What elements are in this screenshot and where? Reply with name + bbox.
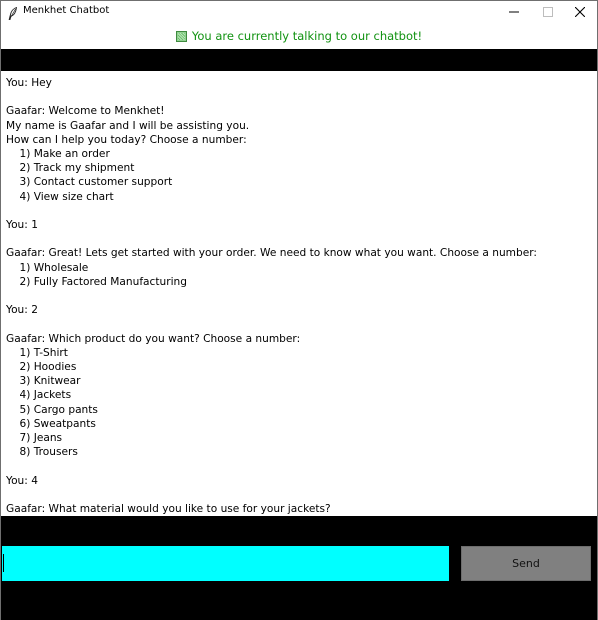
status-bar: You are currently talking to our chatbot… xyxy=(1,23,597,49)
minimize-button[interactable] xyxy=(497,1,531,23)
send-button[interactable]: Send xyxy=(461,546,591,581)
input-panel: Send xyxy=(1,516,597,620)
minimize-icon xyxy=(509,11,519,13)
message-input[interactable] xyxy=(2,546,449,581)
window-title: Menkhet Chatbot xyxy=(23,5,110,16)
status-indicator-icon xyxy=(175,30,187,42)
feather-icon xyxy=(8,5,18,21)
text-caret xyxy=(3,554,4,572)
close-button[interactable] xyxy=(563,1,597,23)
chatbot-window: Menkhet Chatbot You are currently talkin… xyxy=(0,0,598,620)
close-icon xyxy=(575,7,585,17)
chat-transcript-area[interactable]: You: Hey Gaafar: Welcome to Menkhet! My … xyxy=(1,71,597,516)
maximize-icon xyxy=(543,7,553,17)
status-text: You are currently talking to our chatbot… xyxy=(191,29,423,43)
header-band xyxy=(1,49,597,71)
maximize-button[interactable] xyxy=(531,1,565,23)
chat-transcript: You: Hey Gaafar: Welcome to Menkhet! My … xyxy=(6,77,537,516)
title-bar[interactable]: Menkhet Chatbot xyxy=(1,1,597,23)
